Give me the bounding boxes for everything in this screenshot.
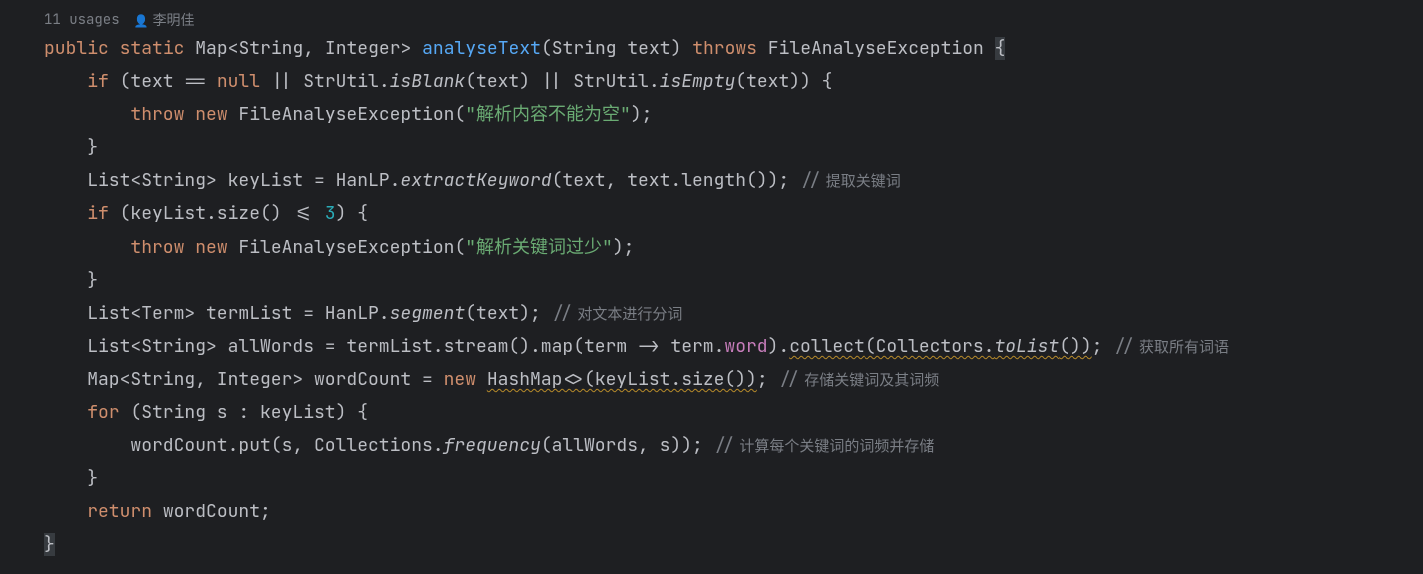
- kw-if: if: [87, 202, 109, 225]
- string-literal: "解析内容不能为空": [465, 103, 631, 126]
- author-hint[interactable]: 👤李明佳: [134, 10, 195, 30]
- code-line[interactable]: }: [0, 462, 1423, 495]
- code-line[interactable]: wordCount.put(s, Collections.frequency(a…: [0, 429, 1423, 462]
- code-line[interactable]: if (keyList.size() <= 3) {: [0, 197, 1423, 230]
- number-literal: 3: [325, 202, 336, 225]
- comment: 提取关键词: [822, 173, 901, 190]
- comment: 计算每个关键词的词频并存储: [735, 438, 934, 455]
- inlay-hints: 11 usages 👤李明佳: [0, 8, 1423, 32]
- code-line[interactable]: }: [0, 264, 1423, 297]
- code-line[interactable]: }: [0, 528, 1423, 561]
- kw-public: public: [44, 37, 109, 60]
- author-name: 李明佳: [153, 12, 195, 30]
- comment: 获取所有词语: [1135, 339, 1229, 356]
- code-line[interactable]: Map<String, Integer> wordCount = new Has…: [0, 363, 1423, 396]
- kw-return: return: [87, 500, 152, 523]
- usages-hint[interactable]: 11 usages: [44, 11, 120, 29]
- code-line[interactable]: List<String> keyList = HanLP.extractKeyw…: [0, 164, 1423, 197]
- code-editor[interactable]: 11 usages 👤李明佳 public static Map<String,…: [0, 0, 1423, 574]
- code-line[interactable]: List<String> allWords = termList.stream(…: [0, 330, 1423, 363]
- method-name: analyseText: [422, 37, 541, 60]
- code-line[interactable]: public static Map<String, Integer> analy…: [0, 32, 1423, 65]
- code-line[interactable]: throw new FileAnalyseException("解析关键词过少"…: [0, 231, 1423, 264]
- comment: 存储关键词及其词频: [800, 372, 939, 389]
- kw-new: new: [195, 236, 227, 259]
- code-line[interactable]: if (text == null || StrUtil.isBlank(text…: [0, 65, 1423, 98]
- code-line[interactable]: for (String s : keyList) {: [0, 396, 1423, 429]
- code-line[interactable]: List<Term> termList = HanLP.segment(text…: [0, 297, 1423, 330]
- kw-throw: throw: [130, 236, 184, 259]
- code-area[interactable]: public static Map<String, Integer> analy…: [0, 32, 1423, 562]
- code-line[interactable]: throw new FileAnalyseException("解析内容不能为空…: [0, 98, 1423, 131]
- code-line[interactable]: }: [0, 131, 1423, 164]
- kw-if: if: [87, 70, 109, 93]
- author-icon: 👤: [134, 13, 149, 29]
- code-line[interactable]: return wordCount;: [0, 495, 1423, 528]
- kw-new: new: [195, 103, 227, 126]
- kw-throws: throws: [692, 37, 757, 60]
- matching-brace: }: [44, 533, 55, 556]
- field-ref: word: [724, 335, 767, 358]
- kw-throw: throw: [130, 103, 184, 126]
- string-literal: "解析关键词过少": [465, 236, 613, 259]
- warning-underline: HashMap<>(keyList.size()): [487, 368, 757, 391]
- warning-underline: collect(Collectors.toList()): [789, 335, 1091, 358]
- kw-static: static: [120, 37, 185, 60]
- caret-brace: {: [995, 37, 1006, 60]
- comment: 对文本进行分词: [573, 306, 682, 323]
- kw-new: new: [444, 368, 476, 391]
- kw-for: for: [87, 401, 119, 424]
